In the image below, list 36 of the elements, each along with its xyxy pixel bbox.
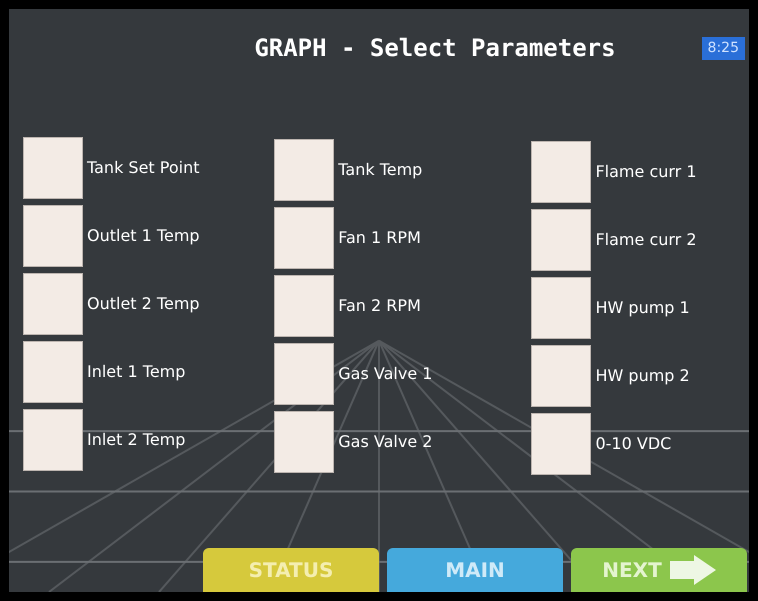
next-button[interactable]: NEXT <box>571 548 747 592</box>
checkbox[interactable] <box>274 275 334 337</box>
clock-time: 8:25 <box>702 36 745 60</box>
checkbox[interactable] <box>23 273 83 335</box>
checkbox[interactable] <box>531 345 592 407</box>
checkbox[interactable] <box>274 343 334 405</box>
checkbox[interactable] <box>531 141 592 203</box>
parameter-label: HW pump 1 <box>595 297 690 319</box>
checkbox[interactable] <box>531 209 592 271</box>
parameter-label: Outlet 1 Temp <box>87 225 200 247</box>
parameter-label: Flame curr 1 <box>595 161 697 183</box>
parameter-label: Outlet 2 Temp <box>87 293 200 315</box>
main-button[interactable]: MAIN <box>387 548 563 592</box>
checkbox[interactable] <box>531 277 592 339</box>
parameter-label: Tank Set Point <box>87 157 200 179</box>
checkbox[interactable] <box>274 139 334 201</box>
parameter-label: HW pump 2 <box>595 365 690 387</box>
checkbox[interactable] <box>274 207 334 269</box>
parameter-label: Fan 2 RPM <box>338 295 421 317</box>
parameter-label: Gas Valve 1 <box>338 363 432 385</box>
checkbox[interactable] <box>23 409 83 471</box>
parameter-label: Tank Temp <box>338 159 422 181</box>
parameter-label: 0-10 VDC <box>595 433 672 455</box>
arrow-right-icon <box>668 555 716 585</box>
parameter-label: Gas Valve 2 <box>338 431 432 453</box>
checkbox[interactable] <box>23 137 83 199</box>
parameter-label: Inlet 1 Temp <box>87 361 186 383</box>
screen-title: GRAPH - Select Parameters <box>254 33 616 64</box>
parameter-label: Fan 1 RPM <box>338 227 421 249</box>
checkbox[interactable] <box>23 341 83 403</box>
checkbox[interactable] <box>531 413 592 475</box>
checkbox[interactable] <box>274 411 334 473</box>
parameter-label: Inlet 2 Temp <box>87 429 186 451</box>
parameter-label: Flame curr 2 <box>595 229 697 251</box>
checkbox[interactable] <box>23 205 83 267</box>
status-button[interactable]: STATUS <box>203 548 379 592</box>
